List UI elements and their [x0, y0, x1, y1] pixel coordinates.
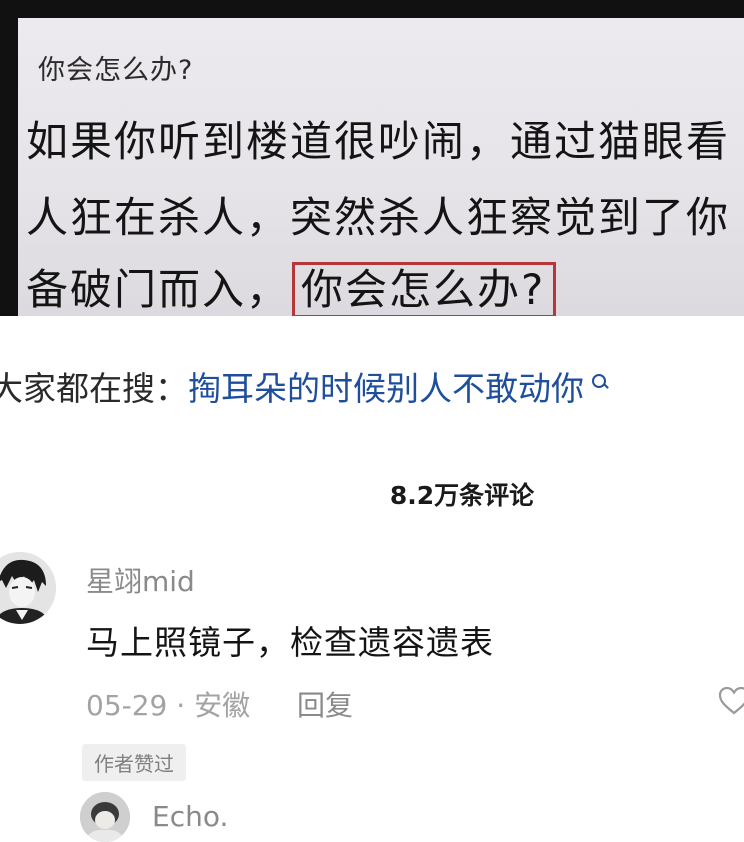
video-text-line-3-prefix: 备破门而入， [26, 265, 291, 314]
video-question-small: 你会怎么办? [38, 55, 194, 86]
highlighted-question: 你会怎么办? [292, 262, 557, 316]
comment-username[interactable]: 星翊mid [86, 560, 195, 600]
video-text-line-1: 如果你听到楼道很吵闹，通过猫眼看 [26, 117, 731, 166]
comment-location: 安徽 [194, 689, 251, 722]
video-text-line-2: 人狂在杀人，突然杀人狂察觉到了你 [26, 193, 731, 242]
comment-meta: 05-29 · 安徽 回复 [86, 684, 353, 724]
reply-username[interactable]: Echo. [152, 800, 228, 833]
video-text-line-3: 备破门而入， 你会怎么办? [26, 256, 557, 316]
search-suggestion-link[interactable]: 掏耳朵的时候别人不敢动你 [188, 369, 584, 408]
comment-text: 马上照镜子，检查遗容遗表 [86, 623, 494, 662]
avatar[interactable] [0, 552, 56, 624]
search-suggestion-prefix: 大家都在搜： [0, 369, 188, 408]
reply-button[interactable]: 回复 [297, 689, 353, 722]
meta-separator: · [176, 689, 195, 722]
reply-avatar[interactable] [80, 792, 130, 842]
author-liked-badge: 作者赞过 [82, 744, 186, 781]
comment-count: 8.2万条评论 [389, 481, 535, 510]
video-frame[interactable]: 你会怎么办? 如果你听到楼道很吵闹，通过猫眼看 人狂在杀人，突然杀人狂察觉到了你… [0, 0, 744, 316]
search-icon [590, 372, 608, 392]
comment-date: 05-29 [86, 689, 168, 722]
heart-icon[interactable] [718, 686, 744, 716]
video-screen: 你会怎么办? 如果你听到楼道很吵闹，通过猫眼看 人狂在杀人，突然杀人狂察觉到了你… [18, 18, 744, 316]
search-suggestion[interactable]: 大家都在搜：掏耳朵的时候别人不敢动你 [0, 366, 608, 412]
